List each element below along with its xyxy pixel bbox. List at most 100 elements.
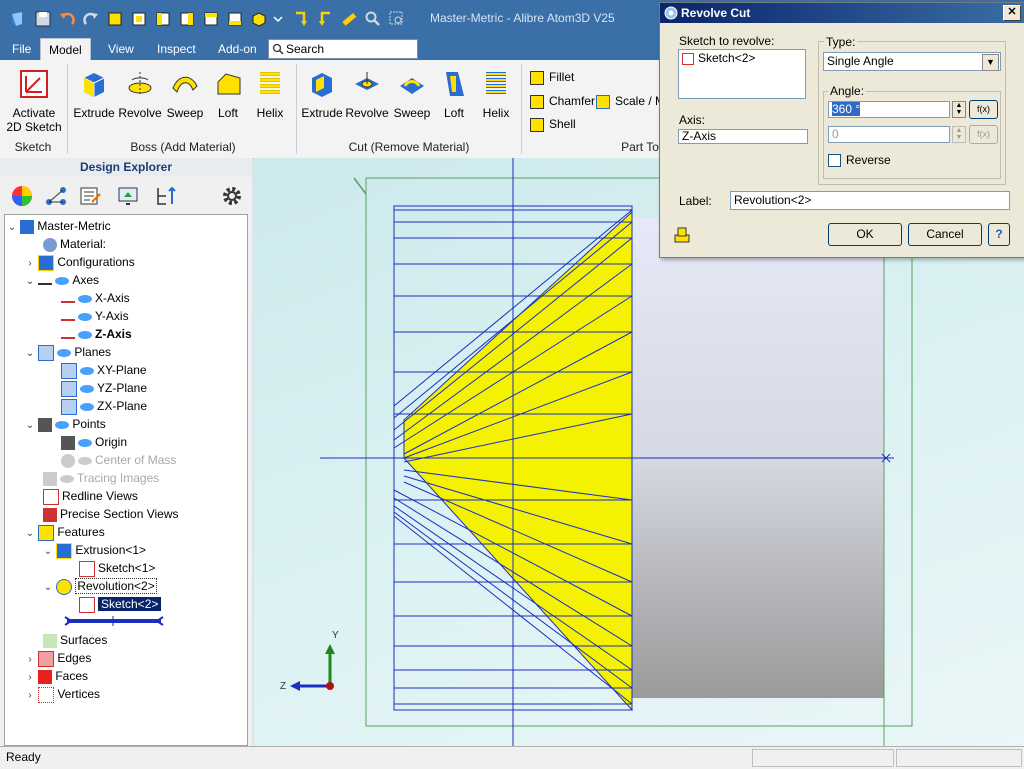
chevron-down-icon[interactable]: ▼ [982, 54, 999, 71]
collapse-icon[interactable]: ⌄ [43, 543, 53, 561]
settings-gear-icon[interactable] [220, 184, 244, 208]
tree-node-x-axis[interactable]: X-Axis [61, 289, 130, 307]
tree-node-configurations[interactable]: › Configurations [25, 253, 135, 271]
tree-node-yz-plane[interactable]: YZ-Plane [61, 379, 147, 397]
fillet-button[interactable]: Fillet [530, 70, 574, 85]
tab-inspect[interactable]: Inspect [149, 38, 204, 60]
tree-node-y-axis[interactable]: Y-Axis [61, 307, 129, 325]
tree-node-zx-plane[interactable]: ZX-Plane [61, 397, 147, 415]
view-left-icon[interactable] [154, 10, 172, 28]
tree-node-sketch-2[interactable]: Sketch<2> [79, 595, 162, 613]
view-bottom-icon[interactable] [226, 10, 244, 28]
tree-node-extrusion-1[interactable]: ⌄ Extrusion<1> [43, 541, 146, 559]
boss-revolve-button[interactable]: Revolve [118, 68, 162, 120]
tab-view[interactable]: View [100, 38, 142, 60]
tree-node-planes[interactable]: ⌄ Planes [25, 343, 111, 361]
visibility-eye-icon[interactable] [80, 384, 94, 393]
save-icon[interactable] [34, 10, 52, 28]
view-iso-icon[interactable] [250, 10, 268, 28]
tree-node-points[interactable]: ⌄ Points [25, 415, 106, 433]
collapse-icon[interactable]: ⌄ [7, 219, 17, 237]
tree-node-features[interactable]: ⌄ Features [25, 523, 105, 541]
cut-helix-button[interactable]: Helix [474, 68, 518, 120]
angle-fx-button[interactable]: f(x) [969, 100, 998, 119]
angle-input[interactable]: 360 ° [828, 101, 950, 118]
tree-node-tracing-images[interactable]: Tracing Images [43, 469, 159, 487]
tree-node-master-metric[interactable]: ⌄ Master-Metric [7, 217, 111, 235]
tree-node-edges[interactable]: › Edges [25, 649, 91, 667]
tree-node-precise-section-views[interactable]: Precise Section Views [43, 505, 179, 523]
measure-icon[interactable] [340, 10, 358, 28]
scale-button[interactable]: Scale / M [596, 94, 665, 109]
tree-node-faces[interactable]: › Faces [25, 667, 88, 685]
tree-node-z-axis[interactable]: Z-Axis [61, 325, 132, 343]
hierarchy-icon[interactable] [154, 184, 178, 208]
rollback-marker[interactable] [63, 613, 165, 629]
dropdown-arrow-icon[interactable] [272, 10, 284, 28]
zoom-window-icon[interactable] [388, 10, 406, 28]
ok-button[interactable]: OK [828, 223, 902, 246]
boss-loft-button[interactable]: Loft [206, 68, 250, 120]
tab-add-on[interactable]: Add-on [210, 38, 265, 60]
cut-sweep-button[interactable]: Sweep [390, 68, 434, 120]
angle2-fx-button[interactable]: f(x) [969, 125, 998, 144]
angle2-spinner[interactable]: ▲ ▼ [952, 126, 966, 143]
activate-2d-sketch-button[interactable]: Activate 2D Sketch [6, 68, 62, 134]
tree-node-revolution-2[interactable]: ⌄ Revolution<2> [43, 577, 157, 595]
visibility-eye-icon[interactable] [55, 276, 70, 285]
app-logo-icon[interactable] [8, 10, 26, 28]
dialog-title-bar[interactable]: Revolve Cut ✕ [660, 3, 1024, 23]
collapse-icon[interactable]: ⌄ [43, 579, 53, 597]
tree-node-material[interactable]: Material: [43, 235, 106, 253]
properties-icon[interactable] [78, 184, 102, 208]
collapse-icon[interactable]: ⌄ [25, 417, 35, 435]
shell-button[interactable]: Shell [530, 117, 576, 132]
visibility-eye-icon[interactable] [78, 438, 92, 447]
sketch-list-item[interactable]: Sketch<2> [698, 51, 755, 65]
redo-icon[interactable] [82, 10, 100, 28]
type-select[interactable]: Single Angle ▼ [823, 52, 1001, 71]
angle2-input[interactable]: 0 [828, 126, 950, 143]
tree-node-vertices[interactable]: › Vertices [25, 685, 100, 703]
tree-node-surfaces[interactable]: Surfaces [43, 631, 107, 649]
axis-field[interactable]: Z-Axis [678, 129, 808, 144]
preview-icon[interactable] [672, 225, 692, 245]
help-button[interactable]: ? [988, 223, 1010, 246]
tree-node-sketch-1[interactable]: Sketch<1> [79, 559, 155, 577]
zoom-icon[interactable] [364, 10, 382, 28]
boss-sweep-button[interactable]: Sweep [163, 68, 207, 120]
collapse-icon[interactable]: ⌄ [25, 525, 35, 543]
visibility-eye-icon[interactable] [78, 312, 92, 321]
label-input[interactable]: Revolution<2> [730, 191, 1010, 210]
tree-node-redline-views[interactable]: Redline Views [43, 487, 138, 505]
tree-node-center-of-mass[interactable]: Center of Mass [61, 451, 176, 469]
search-input[interactable]: Search [268, 39, 418, 59]
boss-helix-button[interactable]: Helix [248, 68, 292, 120]
tree-node-xy-plane[interactable]: XY-Plane [61, 361, 147, 379]
select-arrow-icon[interactable] [292, 10, 310, 28]
view-top-icon[interactable] [202, 10, 220, 28]
chamfer-button[interactable]: Chamfer [530, 94, 595, 109]
dialog-close-button[interactable]: ✕ [1003, 5, 1021, 21]
tab-model[interactable]: Model [40, 38, 91, 61]
cancel-button[interactable]: Cancel [908, 223, 982, 246]
node-graph-icon[interactable] [44, 184, 68, 208]
cut-revolve-button[interactable]: Revolve [345, 68, 389, 120]
revolve-profile[interactable] [403, 210, 633, 712]
visibility-eye-icon[interactable] [78, 456, 92, 465]
visibility-eye-icon[interactable] [57, 348, 72, 357]
tree-node-axes[interactable]: ⌄ Axes [25, 271, 99, 289]
tab-file[interactable]: File [4, 38, 39, 60]
tree-node-origin[interactable]: Origin [61, 433, 127, 451]
select-arrow-alt-icon[interactable] [316, 10, 334, 28]
cut-loft-button[interactable]: Loft [432, 68, 476, 120]
cut-extrude-button[interactable]: Extrude [300, 68, 344, 120]
visibility-eye-icon[interactable] [60, 474, 74, 483]
color-wheel-icon[interactable] [10, 184, 34, 208]
visibility-eye-icon[interactable] [78, 330, 92, 339]
sketch-list[interactable]: Sketch<2> [678, 49, 806, 99]
undo-icon[interactable] [58, 10, 76, 28]
display-icon[interactable] [116, 184, 140, 208]
visibility-eye-icon[interactable] [80, 402, 94, 411]
expand-icon[interactable]: › [25, 687, 35, 705]
